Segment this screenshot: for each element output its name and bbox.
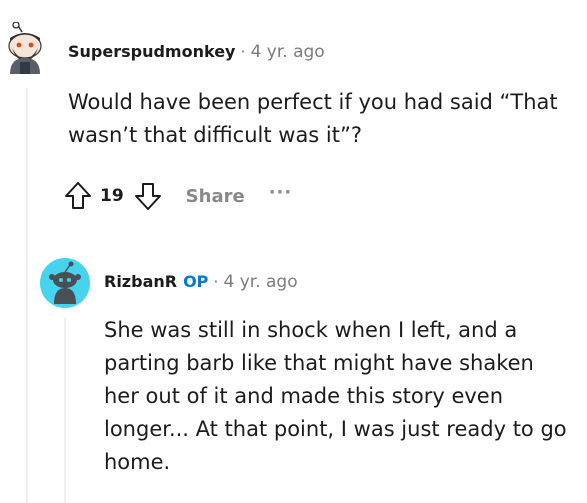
snoo-avatar-icon [8,21,42,74]
downvote-icon[interactable] [134,181,162,211]
comment-body: Would have been perfect if you had said … [68,90,558,147]
thread-line[interactable] [64,318,66,503]
comment-author[interactable]: Superspudmonkey [68,42,235,61]
more-options-button[interactable]: ··· [269,182,293,203]
comment-timestamp[interactable]: 4 yr. ago [251,42,325,62]
avatar[interactable] [40,258,90,308]
upvote-icon[interactable] [64,181,92,211]
comment-meta: Superspudmonkey · 4 yr. ago [68,42,325,62]
comment-timestamp[interactable]: 4 yr. ago [224,272,298,292]
snoo-avatar-icon [40,258,90,308]
op-badge: OP [183,272,209,291]
comment-author[interactable]: RizbanR [104,272,177,291]
meta-separator: · [240,42,246,61]
comment-meta: RizbanR OP · 4 yr. ago [104,272,298,292]
comment-body: She was still in shock when I left, and … [104,318,567,474]
vote-score: 19 [100,186,124,206]
share-button[interactable]: Share [186,186,245,207]
thread-line[interactable] [26,88,28,503]
meta-separator: · [213,272,219,291]
avatar[interactable] [4,21,46,74]
comment-actions: 19 Share ··· [64,178,292,214]
